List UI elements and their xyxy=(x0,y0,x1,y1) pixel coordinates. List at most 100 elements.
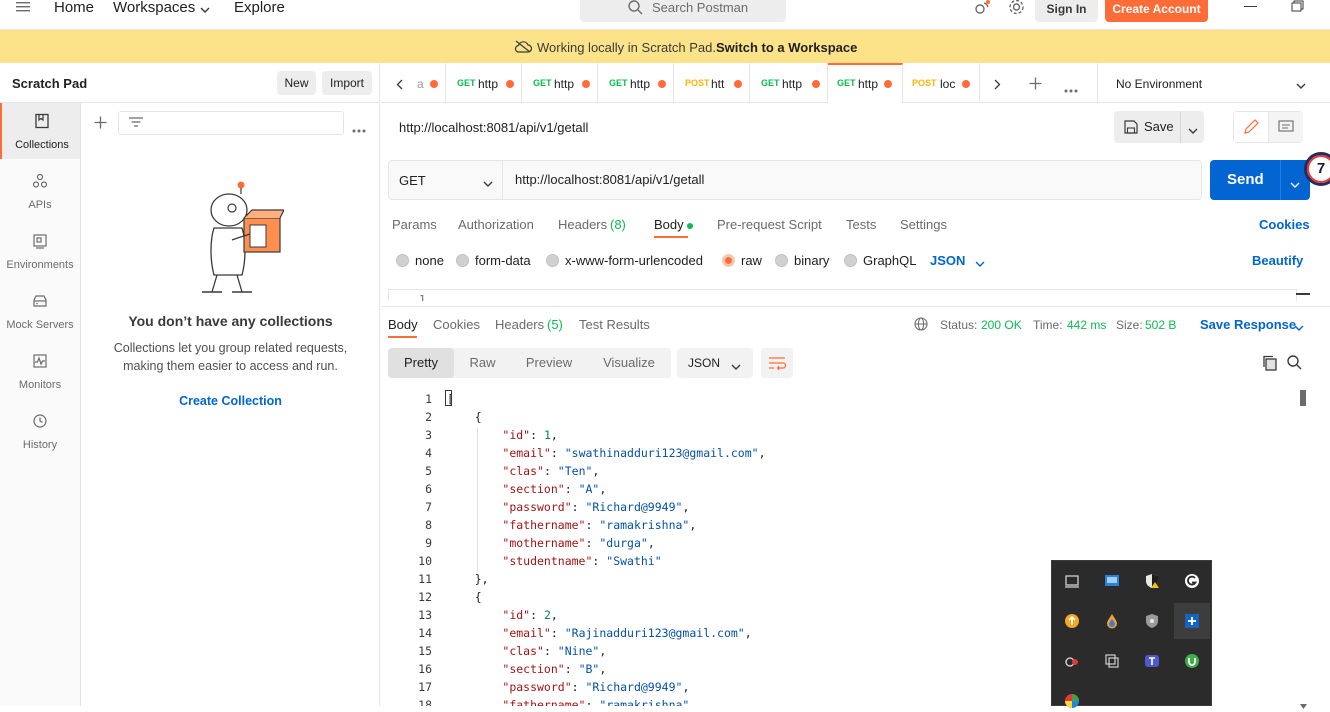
new-tab-icon[interactable] xyxy=(1029,77,1042,93)
view-visualize[interactable]: Visualize xyxy=(587,348,671,378)
copy-icon[interactable] xyxy=(1262,355,1278,374)
cookies-link[interactable]: Cookies xyxy=(1259,217,1310,232)
grammarly-icon[interactable] xyxy=(1184,573,1200,589)
beautify-link[interactable]: Beautify xyxy=(1252,253,1303,268)
copy-tray-icon[interactable] xyxy=(1104,653,1120,669)
rail-monitors[interactable]: Monitors xyxy=(0,343,80,399)
headers-count: (8) xyxy=(610,217,626,232)
response-tab-headers[interactable]: Headers xyxy=(495,317,544,332)
rail-mock-servers[interactable]: Mock Servers xyxy=(0,283,80,339)
size-value[interactable]: 502 B xyxy=(1145,318,1176,332)
radio-circle xyxy=(775,254,788,267)
code-line: "section": "B", xyxy=(502,662,607,676)
chevron-down-icon[interactable] xyxy=(1290,176,1300,193)
create-collection-link[interactable]: Create Collection xyxy=(81,394,380,408)
monitor-tray-icon[interactable] xyxy=(1064,573,1080,589)
teams-tray-icon[interactable] xyxy=(1144,653,1160,669)
code-line: "studentname": "Swathi" xyxy=(502,554,662,568)
request-body-editor[interactable]: 1 xyxy=(388,289,1297,301)
rail-label: History xyxy=(22,439,58,451)
new-button[interactable]: New xyxy=(277,71,316,95)
resize-handle[interactable] xyxy=(1296,293,1310,295)
view-raw[interactable]: Raw xyxy=(454,348,511,378)
tab-authorization[interactable]: Authorization xyxy=(458,217,534,232)
chevron-down-icon[interactable] xyxy=(1188,123,1198,138)
minimize-icon[interactable] xyxy=(1244,6,1257,7)
tab-settings[interactable]: Settings xyxy=(900,217,947,232)
comment-icon[interactable] xyxy=(1269,112,1303,142)
request-tab[interactable]: GET http xyxy=(446,63,522,103)
more-options-icon[interactable] xyxy=(352,121,366,136)
restore-icon[interactable] xyxy=(1291,0,1304,15)
tab-options-icon[interactable] xyxy=(1064,81,1078,96)
switch-workspace-link[interactable]: Switch to a Workspace xyxy=(716,40,857,55)
response-tab-test-results[interactable]: Test Results xyxy=(579,317,650,332)
display-tray-icon[interactable] xyxy=(1104,573,1120,589)
add-icon[interactable] xyxy=(94,116,107,132)
save-button[interactable]: Save xyxy=(1114,111,1204,143)
environment-selector[interactable]: No Environment xyxy=(1097,63,1330,103)
menu-icon[interactable] xyxy=(16,0,30,12)
status-value[interactable]: 200 OK xyxy=(981,318,1022,332)
rail-collections[interactable]: Collections xyxy=(0,103,80,159)
url-input[interactable]: http://localhost:8081/api/v1/getall xyxy=(515,172,704,187)
tab-params[interactable]: Params xyxy=(392,217,437,232)
nav-workspaces[interactable]: Workspaces xyxy=(113,0,195,16)
chevron-down-icon[interactable] xyxy=(975,256,985,271)
plus-tray-icon[interactable] xyxy=(1184,613,1200,629)
send-button[interactable]: Send xyxy=(1210,160,1310,200)
response-tab-body[interactable]: Body xyxy=(388,317,418,332)
tab-pre-request-script[interactable]: Pre-request Script xyxy=(717,217,822,232)
request-tab[interactable]: GET http xyxy=(750,63,828,103)
drop-tray-icon[interactable] xyxy=(1104,613,1120,629)
color-wheel-tray-icon[interactable] xyxy=(1064,693,1080,709)
json-key: "password" xyxy=(502,500,572,514)
request-tab[interactable]: POST htt xyxy=(674,63,750,103)
scrollbar-thumb[interactable] xyxy=(1300,390,1306,406)
request-tab-active[interactable]: GET http xyxy=(828,63,903,103)
notification-badge[interactable]: 7 xyxy=(1304,152,1330,186)
search-icon[interactable] xyxy=(1287,355,1302,373)
torrent-tray-icon[interactable] xyxy=(1184,653,1200,669)
tab-headers[interactable]: Headers xyxy=(558,217,607,232)
create-account-button[interactable]: Create Account xyxy=(1105,0,1208,22)
search-input[interactable]: Search Postman xyxy=(580,0,786,22)
time-value[interactable]: 442 ms xyxy=(1067,318,1106,332)
cloud-tray-icon[interactable] xyxy=(1064,653,1080,669)
chevron-left-icon[interactable] xyxy=(396,78,403,93)
wrap-lines-button[interactable] xyxy=(761,348,793,378)
response-tab-cookies[interactable]: Cookies xyxy=(433,317,480,332)
rail-environments[interactable]: Environments xyxy=(0,223,80,279)
chevron-right-icon[interactable] xyxy=(994,78,1001,93)
save-response-button[interactable]: Save Response xyxy=(1200,317,1296,332)
request-tab[interactable]: POST loc xyxy=(903,63,980,103)
scrollbar-arrow[interactable] xyxy=(1300,697,1307,712)
request-tab[interactable]: GET http xyxy=(522,63,598,103)
rail-history[interactable]: History xyxy=(0,403,80,459)
shield-tray-icon[interactable] xyxy=(1144,613,1160,629)
globe-icon[interactable] xyxy=(914,317,928,334)
settings-icon[interactable] xyxy=(1008,0,1025,19)
request-tab[interactable]: GET http xyxy=(598,63,674,103)
method-selector[interactable]: GET xyxy=(389,161,503,199)
nav-explore[interactable]: Explore xyxy=(234,0,285,16)
request-tab[interactable]: a xyxy=(415,63,446,103)
code-punctuation: { xyxy=(447,590,482,604)
rail-apis[interactable]: APIs xyxy=(0,163,80,219)
filter-input[interactable] xyxy=(118,111,344,135)
nav-home[interactable]: Home xyxy=(54,0,94,16)
sign-in-button[interactable]: Sign In xyxy=(1035,0,1098,22)
body-format-selector[interactable]: JSON xyxy=(930,253,965,268)
send-label: Send xyxy=(1227,171,1264,188)
shield-warning-icon[interactable] xyxy=(1144,573,1160,589)
tab-tests[interactable]: Tests xyxy=(846,217,876,232)
tab-body[interactable]: Body xyxy=(654,217,684,232)
pencil-icon[interactable] xyxy=(1234,112,1269,142)
response-format-selector[interactable]: JSON xyxy=(677,348,753,378)
chevron-down-icon[interactable] xyxy=(1294,320,1304,335)
upload-tray-icon[interactable] xyxy=(1064,613,1080,629)
view-pretty[interactable]: Pretty xyxy=(388,348,454,378)
satellite-icon[interactable] xyxy=(973,0,991,19)
import-button[interactable]: Import xyxy=(322,71,372,95)
view-preview[interactable]: Preview xyxy=(511,348,587,378)
